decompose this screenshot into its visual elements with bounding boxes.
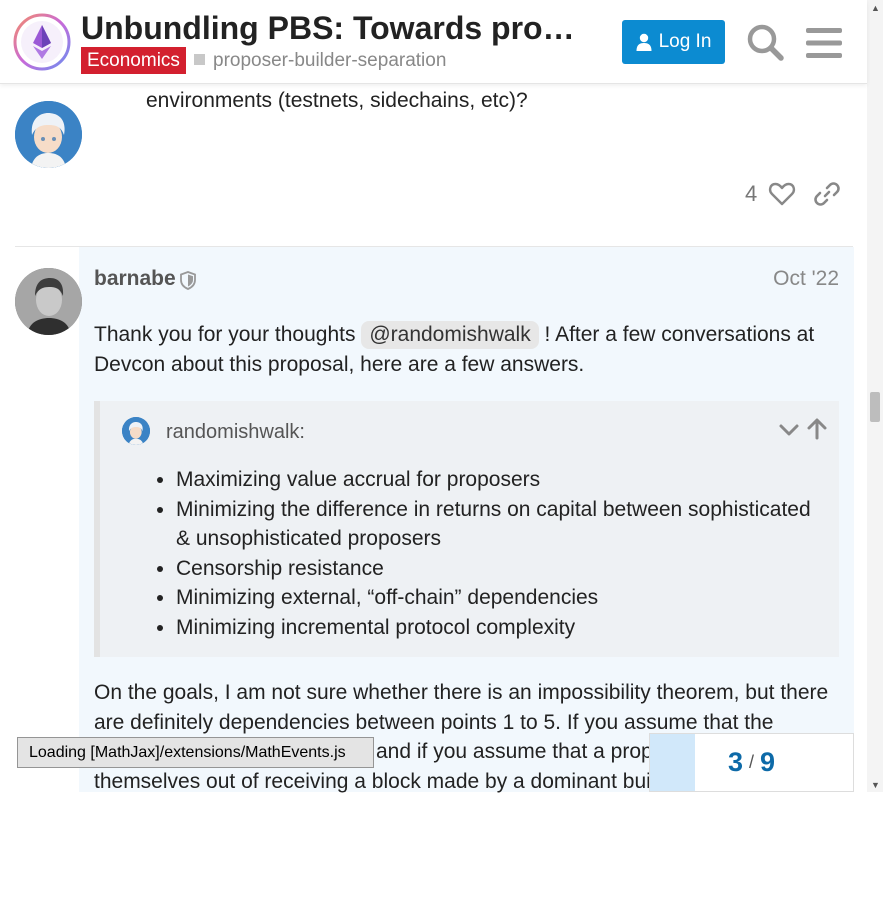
list-item: Censorship resistance <box>176 554 828 584</box>
tag-label: proposer-builder-separation <box>213 50 447 71</box>
page-scrollbar[interactable]: ▲ ▼ <box>867 0 883 792</box>
topic-title[interactable]: Unbundling PBS: Towards protocol-enforce… <box>81 10 576 47</box>
site-header: Unbundling PBS: Towards protocol-enforce… <box>0 0 867 84</box>
like-count: 4 <box>745 181 758 206</box>
shield-icon <box>180 271 196 290</box>
blockquote: randomishwalk: Maximizing value accrual … <box>94 401 839 657</box>
intro-text: Thank you for your thoughts <box>94 323 362 346</box>
list-item: Maximizing value accrual for proposers <box>176 465 828 495</box>
share-link-icon[interactable] <box>813 180 841 208</box>
ethresearch-logo[interactable] <box>13 13 71 71</box>
search-icon[interactable] <box>743 20 787 64</box>
topic-progress[interactable]: 3 / 9 <box>649 733 854 792</box>
avatar[interactable] <box>15 101 82 168</box>
scrollbar-thumb[interactable] <box>870 392 880 422</box>
quote-author: randomishwalk: <box>166 421 305 443</box>
paragraph-line: On the goals, I am not sure whether ther… <box>94 681 829 704</box>
quote-avatar <box>122 417 150 445</box>
hamburger-menu-icon[interactable] <box>803 22 845 64</box>
scroll-up-arrow-icon[interactable]: ▲ <box>871 3 880 13</box>
login-button[interactable]: Log In <box>622 20 725 64</box>
heart-icon[interactable] <box>768 180 796 208</box>
list-item: Minimizing external, “off-chain” depende… <box>176 583 828 613</box>
post-username[interactable]: barnabe <box>94 267 176 291</box>
category-badge[interactable]: Economics <box>81 47 186 74</box>
login-label: Log In <box>658 31 712 52</box>
user-mention[interactable]: @randomishwalk <box>361 321 539 349</box>
tag-square-icon <box>194 54 205 65</box>
progress-current: 3 <box>727 747 743 777</box>
avatar[interactable] <box>15 268 82 335</box>
post-body-intro: Thank you for your thoughts @randomishwa… <box>94 320 839 380</box>
topic-tag[interactable]: proposer-builder-separation <box>194 49 446 73</box>
scroll-down-arrow-icon[interactable]: ▼ <box>871 780 880 790</box>
user-icon <box>636 33 652 51</box>
chevron-down-icon[interactable] <box>778 419 800 441</box>
arrow-up-icon[interactable] <box>806 417 828 441</box>
progress-text: 3 / 9 <box>650 734 853 791</box>
list-item: Minimizing the difference in returns on … <box>176 495 828 554</box>
mathjax-loading-status: Loading [MathJax]/extensions/MathEvents.… <box>17 737 374 768</box>
progress-separator: / <box>748 752 754 772</box>
progress-total: 9 <box>760 747 776 777</box>
previous-post-text: environments (testnets, sidechains, etc)… <box>146 89 528 112</box>
quote-list: Maximizing value accrual for proposers M… <box>158 465 828 642</box>
list-item: Minimizing incremental protocol complexi… <box>176 613 828 643</box>
post-date[interactable]: Oct '22 <box>773 267 839 291</box>
